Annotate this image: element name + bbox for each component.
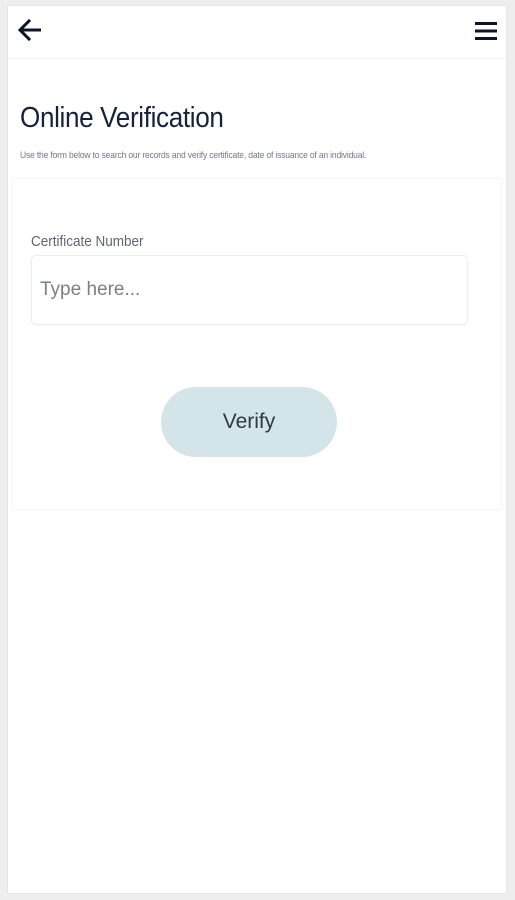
hamburger-menu-icon <box>475 22 497 40</box>
verify-button[interactable]: Verify <box>161 387 337 457</box>
back-button[interactable] <box>16 16 44 44</box>
top-bar <box>8 6 506 59</box>
page-title: Online Verification <box>20 102 224 134</box>
certificate-number-label: Certificate Number <box>31 233 144 250</box>
menu-button[interactable] <box>474 20 498 42</box>
arrow-left-icon <box>17 19 41 41</box>
app-screen: Online Verification Use the form below t… <box>7 5 507 894</box>
certificate-number-input[interactable] <box>31 255 468 325</box>
page-subtitle: Use the form below to search our records… <box>20 150 367 161</box>
verification-form-card: Certificate Number Verify <box>12 178 502 510</box>
